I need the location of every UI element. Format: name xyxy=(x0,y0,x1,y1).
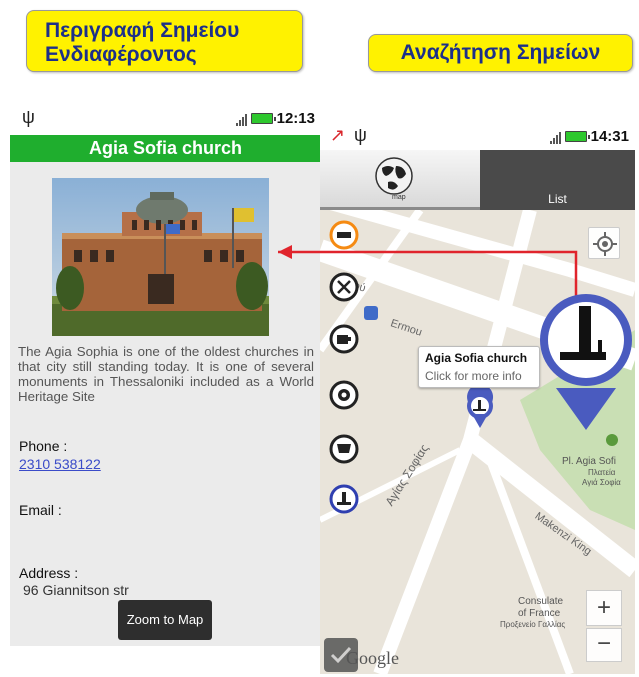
status-time: 14:31 xyxy=(590,128,629,145)
status-indicators: 12:13 xyxy=(235,110,315,127)
signal-icon xyxy=(549,130,561,144)
poi-popup[interactable]: Agia Sofia church Click for more info xyxy=(418,346,540,388)
callout-left-line2: Ενδιαφέροντος xyxy=(45,43,197,66)
place-label-agia-sofia: Pl. Agia Sofi xyxy=(562,456,616,467)
status-bar: ↗ ψ 14:31 xyxy=(320,122,635,150)
church-photo xyxy=(52,178,269,336)
cafe-icon[interactable] xyxy=(329,324,359,354)
zoom-in-button[interactable]: + xyxy=(586,590,622,626)
hotel-icon[interactable] xyxy=(329,220,359,250)
settings-icon[interactable] xyxy=(329,380,359,410)
usb-icon: ψ xyxy=(22,107,35,127)
tab-map[interactable]: map xyxy=(320,150,480,210)
status-time: 12:13 xyxy=(276,110,315,127)
place-label-consulate-greek: Προξενείο Γαλλίας xyxy=(500,620,566,629)
tab-list[interactable]: List xyxy=(480,150,635,210)
phone-link[interactable]: 2310 538122 xyxy=(19,456,101,472)
poi-description: The Agia Sophia is one of the oldest chu… xyxy=(18,344,314,404)
battery-charging-icon xyxy=(564,131,590,142)
poi-detail-screen: ψ 12:13 Agia Sofia church The Agia Sophi… xyxy=(10,104,321,646)
tab-bar: map List xyxy=(320,150,635,210)
signal-icon xyxy=(235,112,247,126)
status-bar: ψ 12:13 xyxy=(10,104,321,135)
usb-icon: ψ xyxy=(354,125,367,145)
my-location-button[interactable] xyxy=(588,227,620,259)
callout-poi-description: Περιγραφή Σημείου Ενδιαφέροντος xyxy=(26,10,303,72)
page-title: Agia Sofia church xyxy=(10,135,321,162)
battery-icon xyxy=(250,113,276,124)
monument-icon[interactable] xyxy=(329,484,359,514)
callout-left-line1: Περιγραφή Σημείου xyxy=(45,19,240,42)
status-indicators: 14:31 xyxy=(549,128,629,145)
crosshair-icon xyxy=(593,232,617,256)
tab-map-label: map xyxy=(392,194,406,201)
google-logo: Google xyxy=(346,648,399,668)
address-value: 96 Giannitson str xyxy=(23,582,129,598)
restaurant-icon[interactable] xyxy=(329,272,359,302)
email-label: Email : xyxy=(19,502,62,518)
phone-label: Phone : xyxy=(19,438,68,454)
globe-icon xyxy=(375,157,413,195)
arrow-notification-icon: ↗ xyxy=(330,125,346,145)
callout-poi-search: Αναζήτηση Σημείων xyxy=(368,34,633,72)
zoom-out-button[interactable]: − xyxy=(586,628,622,662)
popup-title: Agia Sofia church xyxy=(425,351,528,365)
place-label-agia-sofia-greek: Αγιά Σοφία xyxy=(582,478,621,487)
place-label-of-france: of France xyxy=(518,608,561,619)
zoom-to-map-button[interactable]: Zoom to Map xyxy=(118,600,212,640)
popup-subtitle: Click for more info xyxy=(425,369,522,383)
place-label-plateia: Πλατεία xyxy=(588,468,616,477)
address-label: Address : xyxy=(19,565,79,581)
shopping-icon[interactable] xyxy=(329,434,359,464)
place-label-consulate: Consulate xyxy=(518,596,564,607)
